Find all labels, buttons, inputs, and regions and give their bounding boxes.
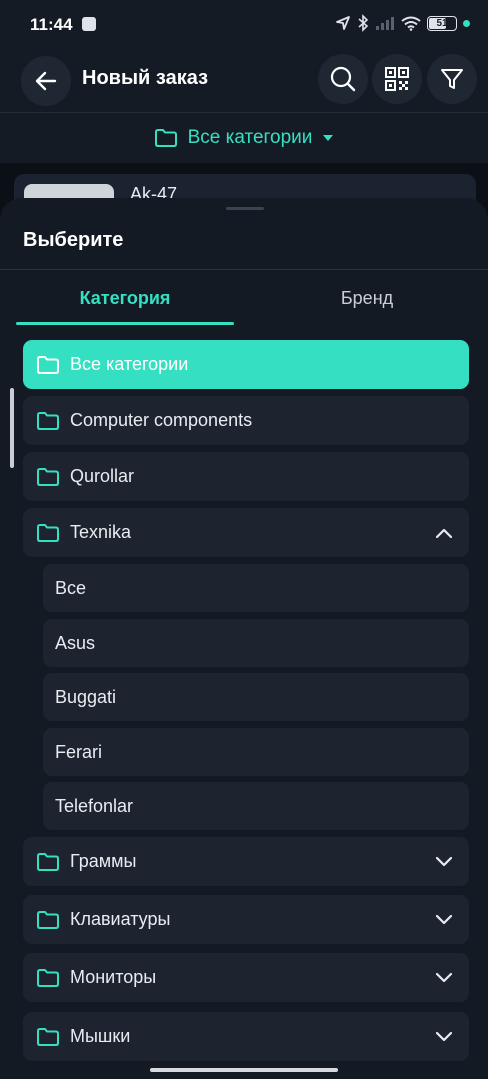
category-item-mice[interactable]: Мышки	[23, 1012, 469, 1061]
search-icon	[330, 66, 356, 92]
folder-icon	[36, 968, 60, 988]
category-label: Все категории	[70, 354, 189, 374]
category-selector-label: Все категории	[187, 127, 313, 148]
app-bar: Новый заказ	[0, 50, 488, 112]
notification-icon	[82, 17, 96, 31]
search-button[interactable]	[318, 54, 368, 104]
active-tab-indicator	[16, 322, 234, 325]
category-label: Qurollar	[70, 466, 135, 486]
category-label: Мониторы	[70, 967, 157, 987]
tab-category[interactable]: Категория	[16, 270, 234, 326]
folder-icon	[36, 852, 60, 872]
category-label: Texnika	[70, 522, 132, 542]
category-label: Граммы	[70, 851, 137, 871]
category-item-grams[interactable]: Граммы	[23, 837, 469, 886]
folder-icon	[154, 129, 177, 147]
signal-icon	[376, 17, 394, 30]
battery-level: 51	[436, 17, 448, 29]
subcategory-item-ferari[interactable]: Ferari	[43, 728, 469, 776]
gesture-navigation-bar[interactable]	[150, 1068, 338, 1072]
status-bar: 11:44 51	[0, 0, 488, 50]
category-label: Мышки	[70, 1026, 131, 1046]
filter-button[interactable]	[427, 54, 477, 104]
subcategory-item-asus[interactable]: Asus	[43, 619, 469, 667]
bluetooth-icon	[358, 14, 369, 32]
category-item-qurollar[interactable]: Qurollar	[23, 452, 469, 501]
page-title: Новый заказ	[82, 67, 209, 89]
wifi-icon	[401, 16, 421, 31]
category-item-monitors[interactable]: Мониторы	[23, 953, 469, 1002]
chevron-down-icon[interactable]	[435, 1031, 453, 1043]
chevron-up-icon[interactable]	[435, 527, 453, 539]
tab-brand[interactable]: Бренд	[258, 270, 476, 326]
category-item-texnika[interactable]: Texnika	[23, 508, 469, 557]
subcategory-item-buggati[interactable]: Buggati	[43, 673, 469, 721]
category-item-computer-components[interactable]: Computer components	[23, 396, 469, 445]
chevron-down-icon[interactable]	[435, 972, 453, 984]
chevron-down-icon[interactable]	[435, 914, 453, 926]
location-icon	[336, 16, 350, 30]
sheet-drag-handle[interactable]	[226, 207, 264, 210]
category-label: Клавиатуры	[70, 909, 171, 929]
category-selector[interactable]: Все категории	[0, 113, 488, 163]
caret-down-icon	[323, 135, 334, 141]
category-sheet: Выберите Категория Бренд Все категории C…	[0, 198, 488, 1079]
status-icons: 51	[335, 14, 470, 32]
category-item-all[interactable]: Все категории	[23, 340, 469, 389]
status-time: 11:44	[30, 15, 73, 34]
subcategory-item-all[interactable]: Все	[43, 564, 469, 612]
folder-icon	[36, 355, 60, 375]
battery-icon: 51	[427, 15, 457, 31]
qr-scan-button[interactable]	[372, 54, 422, 104]
folder-icon	[36, 411, 60, 431]
folder-icon	[36, 1027, 60, 1047]
folder-icon	[36, 467, 60, 487]
chevron-down-icon[interactable]	[435, 856, 453, 868]
qr-code-icon	[385, 67, 409, 91]
back-button[interactable]	[21, 56, 71, 106]
category-label: Computer components	[70, 410, 253, 430]
scrollbar[interactable]	[10, 388, 14, 468]
folder-icon	[36, 910, 60, 930]
status-dot	[463, 19, 470, 27]
filter-icon	[441, 69, 463, 89]
folder-icon	[36, 523, 60, 543]
arrow-left-icon	[35, 71, 57, 91]
subcategory-item-telefonlar[interactable]: Telefonlar	[43, 782, 469, 830]
category-item-keyboards[interactable]: Клавиатуры	[23, 895, 469, 944]
sheet-title: Выберите	[23, 229, 124, 251]
